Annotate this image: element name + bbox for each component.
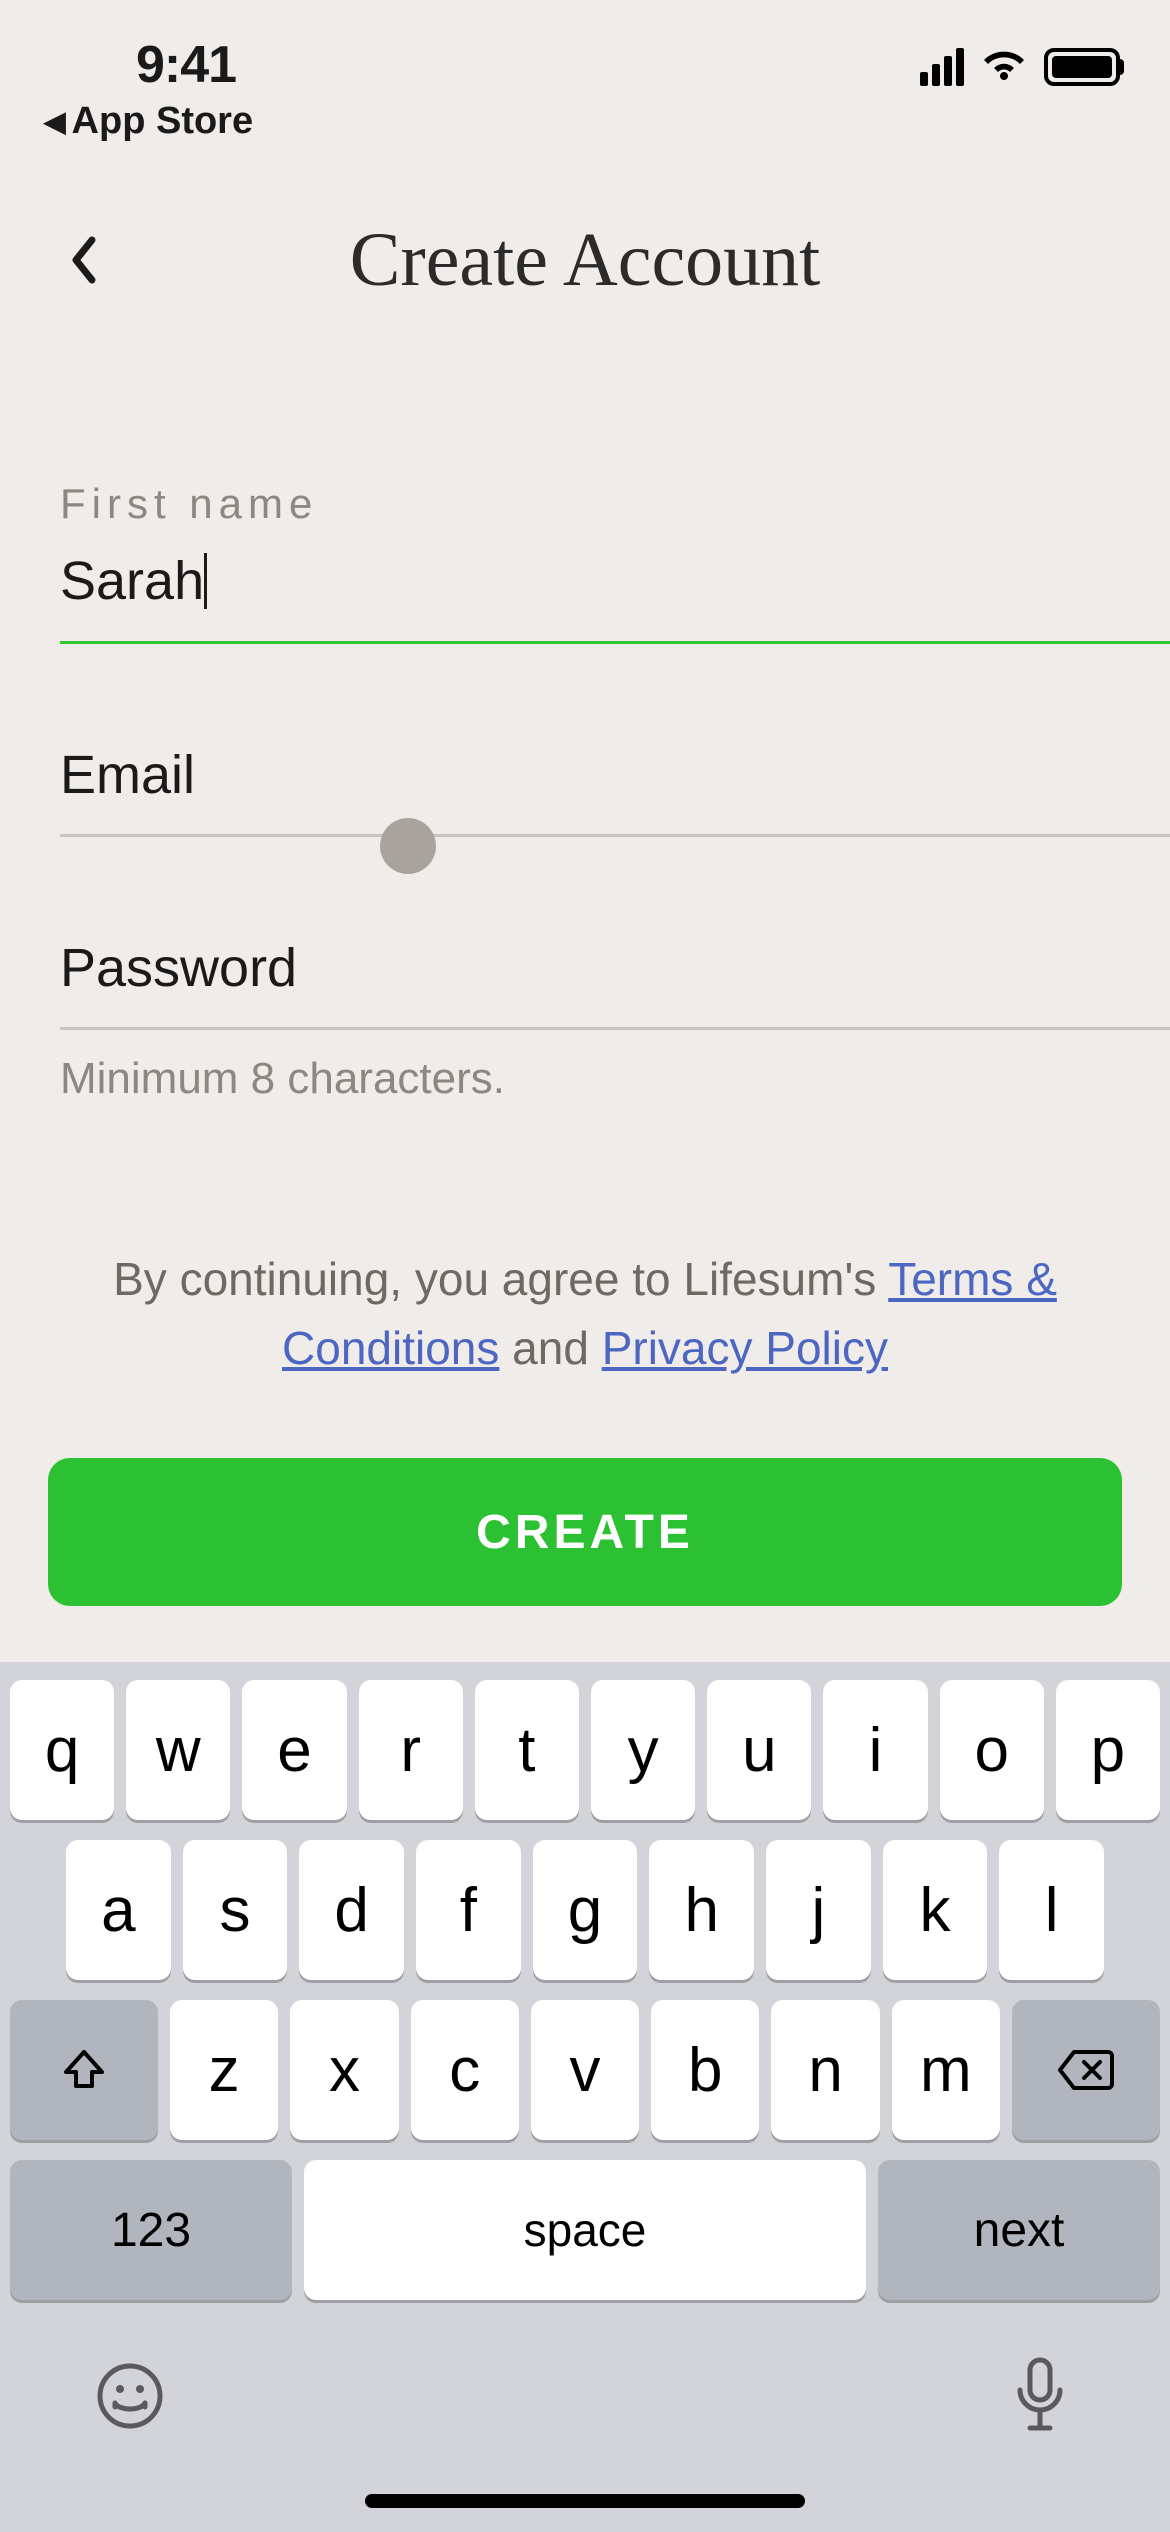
key-g[interactable]: g — [533, 1840, 638, 1980]
back-triangle-icon: ◀ — [44, 108, 66, 136]
key-v[interactable]: v — [531, 2000, 639, 2140]
text-cursor-icon — [204, 553, 207, 609]
key-h[interactable]: h — [649, 1840, 754, 1980]
first-name-value: Sarah — [60, 551, 204, 611]
key-o[interactable]: o — [940, 1680, 1044, 1820]
keyboard-row-3: z x c v b n m — [10, 2000, 1160, 2140]
ios-keyboard: q w e r t y u i o p a s d f g h j k l z … — [0, 1662, 1170, 2532]
email-placeholder: Email — [60, 745, 195, 805]
back-to-app-link[interactable]: ◀ App Store — [44, 100, 253, 143]
password-field-wrapper: Password Minimum 8 characters. — [60, 937, 1170, 1104]
back-button[interactable] — [54, 230, 114, 290]
key-d[interactable]: d — [299, 1840, 404, 1980]
key-a[interactable]: a — [66, 1840, 171, 1980]
key-i[interactable]: i — [823, 1680, 927, 1820]
first-name-label: First name — [60, 480, 1170, 528]
key-z[interactable]: z — [170, 2000, 278, 2140]
microphone-icon — [1012, 2356, 1068, 2436]
key-next[interactable]: next — [878, 2160, 1160, 2300]
create-button[interactable]: CREATE — [48, 1458, 1122, 1606]
legal-prefix: By continuing, you agree to Lifesum's — [113, 1253, 888, 1305]
key-q[interactable]: q — [10, 1680, 114, 1820]
legal-text: By continuing, you agree to Lifesum's Te… — [60, 1245, 1110, 1383]
status-time: 9:41 — [136, 35, 236, 95]
key-x[interactable]: x — [290, 2000, 398, 2140]
key-f[interactable]: f — [416, 1840, 521, 1980]
battery-icon — [1044, 48, 1120, 86]
shift-icon — [60, 2046, 108, 2094]
home-indicator[interactable] — [365, 2494, 805, 2508]
privacy-link[interactable]: Privacy Policy — [602, 1322, 888, 1374]
key-numbers[interactable]: 123 — [10, 2160, 292, 2300]
dictation-button[interactable] — [1000, 2356, 1080, 2436]
touch-indicator-icon — [380, 818, 436, 874]
key-shift[interactable] — [10, 2000, 158, 2140]
legal-middle: and — [499, 1322, 601, 1374]
emoji-button[interactable] — [90, 2356, 170, 2436]
key-c[interactable]: c — [411, 2000, 519, 2140]
first-name-input[interactable]: Sarah — [60, 550, 1170, 644]
page-title: Create Account — [350, 217, 821, 304]
first-name-field-wrapper: First name Sarah — [60, 480, 1170, 644]
keyboard-bottom-row — [10, 2320, 1160, 2436]
status-bar: 9:41 ◀ App Store — [0, 0, 1170, 140]
status-icons — [920, 48, 1120, 86]
email-field-wrapper: Email — [60, 744, 1170, 837]
email-input[interactable]: Email — [60, 744, 1170, 837]
password-helper: Minimum 8 characters. — [60, 1054, 1170, 1104]
create-button-label: CREATE — [476, 1505, 694, 1560]
key-j[interactable]: j — [766, 1840, 871, 1980]
keyboard-row-1: q w e r t y u i o p — [10, 1680, 1160, 1820]
key-u[interactable]: u — [707, 1680, 811, 1820]
key-s[interactable]: s — [183, 1840, 288, 1980]
key-w[interactable]: w — [126, 1680, 230, 1820]
key-l[interactable]: l — [999, 1840, 1104, 1980]
page-header: Create Account — [0, 180, 1170, 340]
key-m[interactable]: m — [892, 2000, 1000, 2140]
backspace-icon — [1056, 2048, 1116, 2092]
key-r[interactable]: r — [359, 1680, 463, 1820]
back-to-app-label: App Store — [72, 100, 254, 143]
key-n[interactable]: n — [771, 2000, 879, 2140]
signup-form: First name Sarah Email Password Minimum … — [60, 480, 1170, 1104]
emoji-icon — [95, 2361, 165, 2431]
key-backspace[interactable] — [1012, 2000, 1160, 2140]
key-b[interactable]: b — [651, 2000, 759, 2140]
password-placeholder: Password — [60, 938, 297, 998]
key-p[interactable]: p — [1056, 1680, 1160, 1820]
key-t[interactable]: t — [475, 1680, 579, 1820]
key-y[interactable]: y — [591, 1680, 695, 1820]
keyboard-row-4: 123 space next — [10, 2160, 1160, 2300]
wifi-icon — [982, 50, 1026, 84]
keyboard-row-2: a s d f g h j k l — [10, 1840, 1160, 1980]
cellular-signal-icon — [920, 48, 964, 86]
chevron-left-icon — [70, 236, 98, 284]
key-space[interactable]: space — [304, 2160, 866, 2300]
password-input[interactable]: Password — [60, 937, 1170, 1030]
key-k[interactable]: k — [883, 1840, 988, 1980]
key-e[interactable]: e — [242, 1680, 346, 1820]
